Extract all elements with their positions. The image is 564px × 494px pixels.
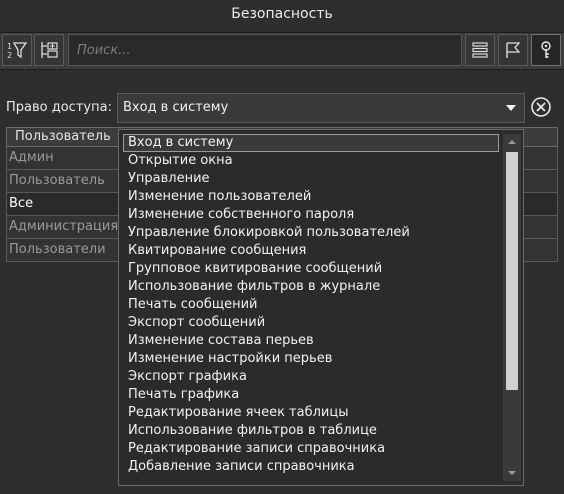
scrollbar-thumb[interactable] [506,152,518,390]
close-icon [530,96,552,122]
scroll-up-icon[interactable] [503,134,521,150]
tree-expand-icon [38,39,60,61]
dropdown-option[interactable]: Печать сообщений [123,296,499,314]
dropdown-option[interactable]: Изменение настройки перьев [123,350,499,368]
filter-sort-icon: 1 2 [6,39,28,61]
row-label: Пользователь [9,173,105,188]
dropdown-option[interactable]: Изменение собственного пароля [123,206,499,224]
dropdown-option[interactable]: Управление блокировкой пользователей [123,224,499,242]
dropdown-option[interactable]: Экспорт сообщений [123,314,499,332]
svg-text:1: 1 [7,42,12,51]
dropdown-option[interactable]: Редактирование записи справочника [123,440,499,458]
scroll-down-icon[interactable] [503,465,521,481]
window-title: Безопасность [231,6,333,22]
chevron-down-icon[interactable] [498,94,524,122]
dropdown-option[interactable]: Квитирование сообщения [123,242,499,260]
list-view-button[interactable] [465,34,495,66]
dropdown-option[interactable]: Использование фильтров в журнале [123,278,499,296]
flag-icon [503,40,523,60]
toolbar: 1 2 [0,32,564,70]
flag-button[interactable] [498,34,528,66]
dropdown-option[interactable]: Использование фильтров в таблице [123,422,499,440]
dropdown-option[interactable]: Печать графика [123,386,499,404]
row-label: Админ [9,150,54,165]
dropdown-scrollbar[interactable] [503,134,521,481]
dropdown-option[interactable]: Изменение пользователей [123,188,499,206]
dropdown-option[interactable]: Изменение состава перьев [123,332,499,350]
dropdown-option[interactable]: Открытие окна [123,152,499,170]
row-label: Администрация [9,219,119,234]
access-right-value: Вход в систему [123,100,229,115]
row-label: Все [9,196,34,211]
svg-text:2: 2 [7,51,12,60]
dropdown-items: Вход в систему Открытие окна Управление … [123,134,499,476]
access-right-dropdown-list: Вход в систему Открытие окна Управление … [118,129,524,486]
access-right-select[interactable]: Вход в систему [117,93,525,123]
dropdown-option[interactable]: Групповое квитирование сообщений [123,260,499,278]
row-label: Пользователи [9,242,106,257]
filter-sort-button[interactable]: 1 2 [2,34,32,66]
key-icon [536,40,556,60]
dropdown-option[interactable]: Вход в систему [123,134,499,152]
dropdown-option[interactable]: Редактирование ячеек таблицы [123,404,499,422]
tree-expand-button[interactable] [34,34,64,66]
clear-button[interactable] [529,97,553,121]
dropdown-option[interactable]: Добавление записи справочника [123,458,499,476]
dropdown-option[interactable]: Экспорт графика [123,368,499,386]
access-right-label: Право доступа: [6,100,112,115]
search-input[interactable] [68,34,462,66]
list-view-icon [470,40,490,60]
key-button[interactable] [531,34,561,66]
dropdown-option[interactable]: Управление [123,170,499,188]
